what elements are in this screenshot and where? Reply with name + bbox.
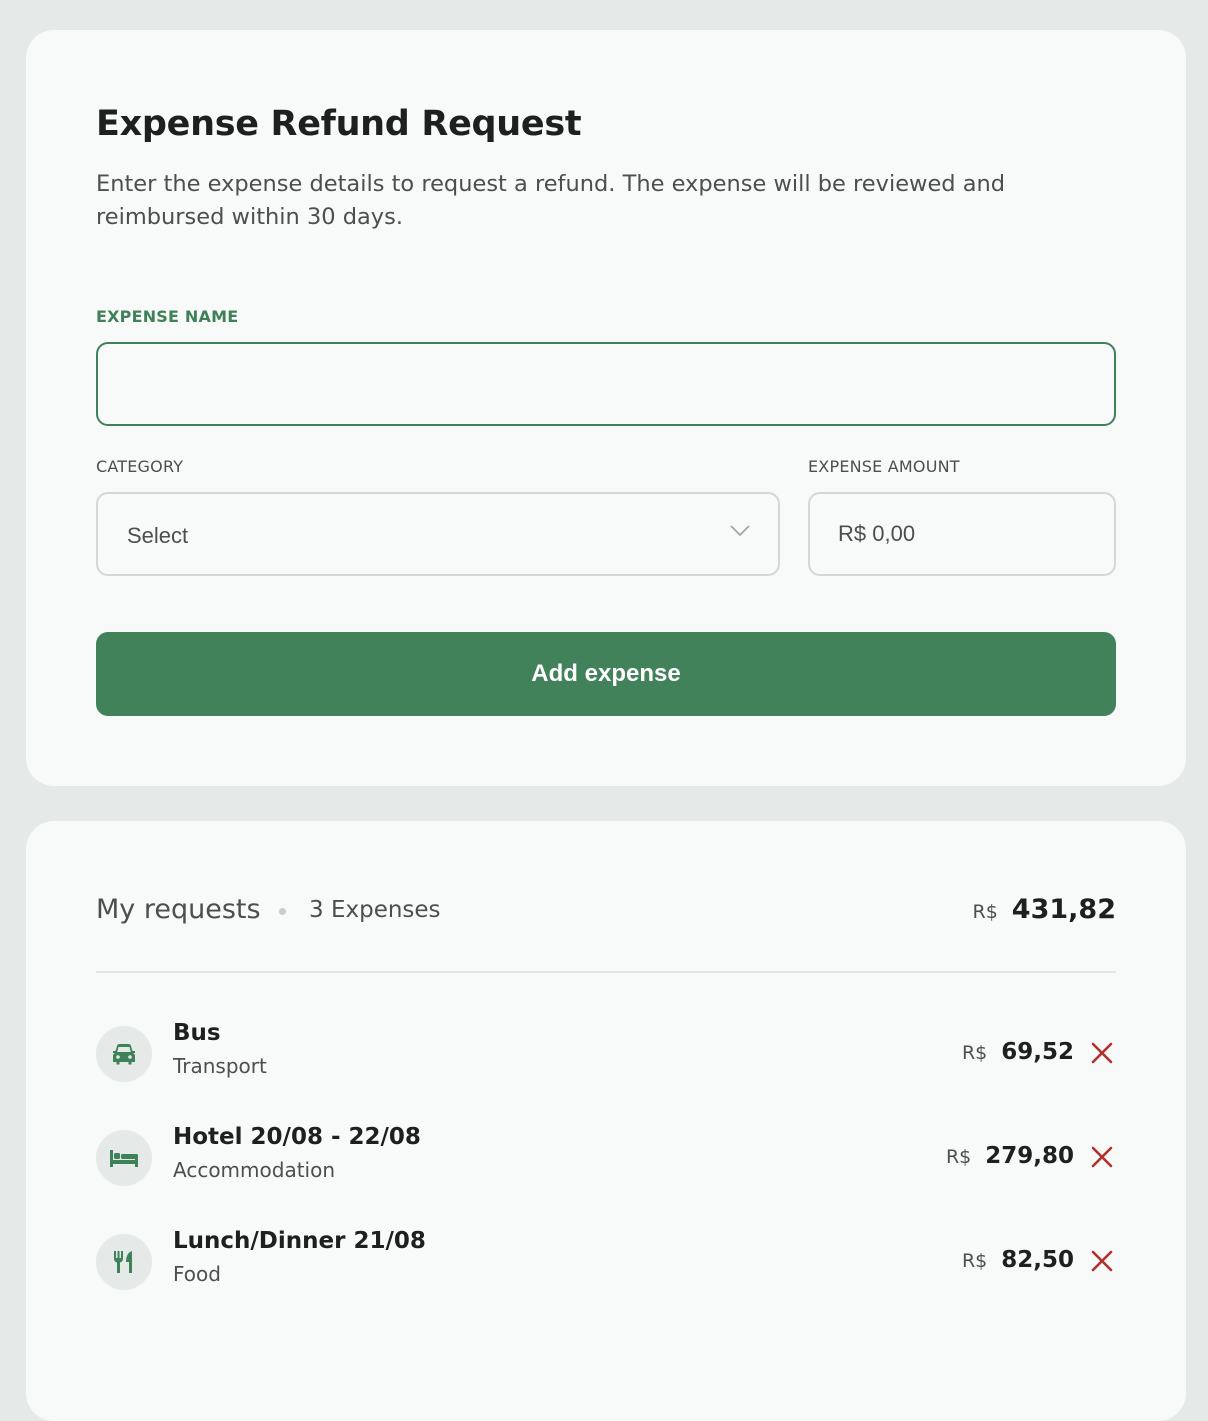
item-name: Bus: [173, 1020, 221, 1046]
item-name: Lunch/Dinner 21/08: [173, 1228, 426, 1254]
expense-row: Bus Transport R$ 69,52: [96, 1020, 1116, 1084]
item-currency: R$: [961, 1250, 988, 1272]
my-requests-card: My requests 3 Expenses R$ 431,82 Bus Tra…: [26, 821, 1186, 1421]
total-amount: R$ 431,82: [973, 894, 1117, 925]
item-amount: R$ 279,80: [946, 1143, 1074, 1169]
item-amount: R$ 82,50: [962, 1247, 1074, 1273]
expense-form-card: Expense Refund Request Enter the expense…: [26, 30, 1186, 786]
item-amount: R$ 69,52: [962, 1039, 1074, 1065]
expense-row: Lunch/Dinner 21/08 Food R$ 82,50: [96, 1228, 1116, 1292]
expense-row: Hotel 20/08 - 22/08 Accommodation R$ 279…: [96, 1124, 1116, 1188]
utensils-icon: [96, 1234, 152, 1290]
divider: [96, 971, 1116, 973]
item-category: Transport: [173, 1054, 267, 1078]
category-label: CATEGORY: [96, 457, 184, 476]
item-amount-value: 69,52: [1001, 1039, 1074, 1065]
separator-dot: [279, 908, 286, 915]
remove-expense-icon[interactable]: [1088, 1247, 1116, 1275]
item-name: Hotel 20/08 - 22/08: [173, 1124, 421, 1150]
category-select[interactable]: Select: [96, 492, 780, 576]
add-expense-button[interactable]: Add expense: [96, 632, 1116, 716]
amount-label: EXPENSE AMOUNT: [808, 457, 960, 476]
category-selected-value: Select: [127, 523, 189, 548]
total-value: 431,82: [1011, 894, 1116, 925]
form-description: Enter the expense details to request a r…: [96, 171, 1006, 230]
form-title: Expense Refund Request: [96, 104, 582, 144]
expense-amount-input[interactable]: [808, 492, 1116, 576]
item-currency: R$: [961, 1042, 988, 1064]
item-category: Food: [173, 1262, 221, 1286]
car-icon: [96, 1026, 152, 1082]
expense-name-input[interactable]: [96, 342, 1116, 426]
bed-icon: [96, 1130, 152, 1186]
chevron-down-icon: [730, 525, 750, 537]
expense-name-label: EXPENSE NAME: [96, 307, 239, 326]
total-currency: R$: [972, 901, 998, 923]
item-category: Accommodation: [173, 1158, 336, 1182]
requests-title: My requests: [96, 894, 261, 925]
item-currency: R$: [945, 1146, 972, 1168]
expense-count: 3 Expenses: [309, 897, 441, 923]
item-amount-value: 82,50: [1001, 1247, 1074, 1273]
remove-expense-icon[interactable]: [1088, 1039, 1116, 1067]
remove-expense-icon[interactable]: [1088, 1143, 1116, 1171]
item-amount-value: 279,80: [985, 1143, 1074, 1169]
